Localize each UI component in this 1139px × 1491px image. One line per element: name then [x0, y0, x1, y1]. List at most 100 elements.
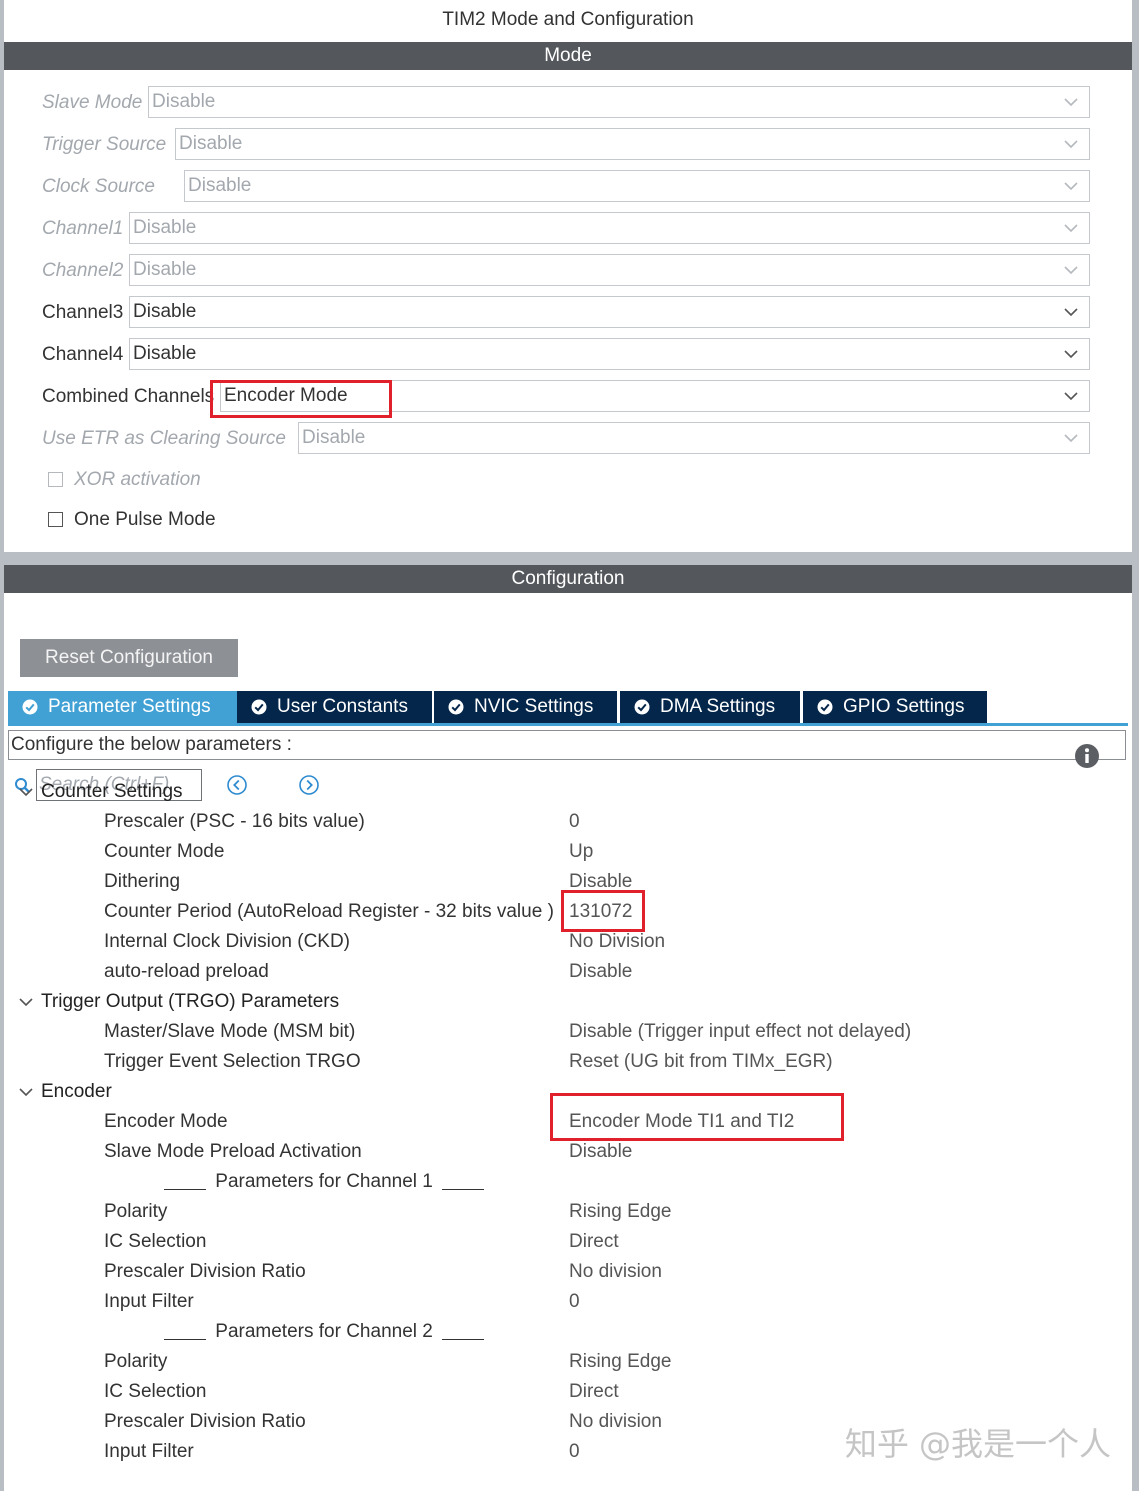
- reset-configuration-button[interactable]: Reset Configuration: [20, 639, 238, 677]
- param-value[interactable]: Direct: [569, 1227, 619, 1257]
- use-etr-select[interactable]: Disable: [298, 422, 1090, 454]
- tab-label: Parameter Settings: [48, 696, 211, 717]
- chevron-down-icon: [19, 998, 33, 1007]
- mode-header: Mode: [4, 42, 1132, 70]
- channel1-select[interactable]: Disable: [129, 212, 1090, 244]
- combined-channels-row: Combined Channels Encoder Mode: [4, 380, 1132, 414]
- tab-dma-settings[interactable]: DMA Settings: [620, 691, 800, 723]
- channel-1-separator: Parameters for Channel 1: [164, 1167, 485, 1197]
- xor-activation-checkbox[interactable]: [48, 472, 63, 487]
- one-pulse-mode-label: One Pulse Mode: [74, 509, 216, 530]
- channel2-label: Channel2: [42, 260, 124, 281]
- slave-mode-select[interactable]: Disable: [148, 86, 1090, 118]
- channel4-value: Disable: [133, 343, 197, 364]
- param-name: IC Selection: [104, 1231, 207, 1252]
- chevron-down-icon: [1064, 140, 1078, 149]
- param-value[interactable]: Up: [569, 837, 593, 867]
- xor-activation-label: XOR activation: [74, 469, 201, 490]
- watermark: 知乎 @我是一个人: [844, 1425, 1111, 1463]
- clock-source-select[interactable]: Disable: [184, 170, 1090, 202]
- group-encoder[interactable]: Encoder: [18, 1077, 318, 1107]
- channel2-row: Channel2 Disable: [4, 254, 1132, 288]
- tab-gpio-settings[interactable]: GPIO Settings: [803, 691, 987, 723]
- check-circle-icon: [448, 699, 464, 715]
- param-value[interactable]: Rising Edge: [569, 1347, 671, 1377]
- channel-2-separator: Parameters for Channel 2: [164, 1317, 485, 1347]
- param-name: Internal Clock Division (CKD): [104, 931, 351, 952]
- param-name: Encoder Mode: [104, 1111, 228, 1132]
- one-pulse-mode-row[interactable]: One Pulse Mode: [48, 506, 348, 534]
- chevron-down-icon: [19, 788, 33, 797]
- tab-user-constants[interactable]: User Constants: [237, 691, 432, 723]
- channel2-select[interactable]: Disable: [129, 254, 1090, 286]
- window-title: TIM2 Mode and Configuration: [4, 0, 1132, 42]
- config-prompt: Configure the below parameters :: [8, 730, 1126, 760]
- channel-2-title: Parameters for Channel 2: [215, 1321, 433, 1342]
- mode-panel: Slave Mode Disable Trigger Source Disabl…: [4, 70, 1132, 552]
- param-value[interactable]: Disable (Trigger input effect not delaye…: [569, 1017, 911, 1047]
- group-counter-settings[interactable]: Counter Settings: [18, 777, 418, 807]
- group-label: Encoder: [41, 1081, 112, 1102]
- check-circle-icon: [251, 699, 267, 715]
- param-name: Dithering: [104, 871, 181, 892]
- channel1-row: Channel1 Disable: [4, 212, 1132, 246]
- encoder-mode-highlight: [550, 1093, 844, 1141]
- combined-channels-label: Combined Channels: [42, 386, 215, 407]
- param-name: Polarity: [104, 1201, 168, 1222]
- tab-parameter-settings[interactable]: Parameter Settings: [8, 691, 237, 723]
- channel4-label: Channel4: [42, 344, 124, 365]
- param-value[interactable]: Disable: [569, 957, 632, 987]
- channel1-value: Disable: [133, 217, 197, 238]
- group-trigger-output[interactable]: Trigger Output (TRGO) Parameters: [18, 987, 518, 1017]
- param-value[interactable]: 0: [569, 1437, 580, 1467]
- clock-source-label: Clock Source: [42, 176, 155, 197]
- chevron-down-icon: [1064, 308, 1078, 317]
- param-value[interactable]: Direct: [569, 1377, 619, 1407]
- param-value[interactable]: No division: [569, 1257, 662, 1287]
- trigger-source-select[interactable]: Disable: [175, 128, 1090, 160]
- channel4-row: Channel4 Disable: [4, 338, 1132, 372]
- param-name: Slave Mode Preload Activation: [104, 1141, 362, 1162]
- param-value[interactable]: Rising Edge: [569, 1197, 671, 1227]
- param-value[interactable]: 0: [569, 807, 580, 837]
- param-value[interactable]: Disable: [569, 1137, 632, 1167]
- channel3-select[interactable]: Disable: [129, 296, 1090, 328]
- slave-mode-row: Slave Mode Disable: [4, 86, 1132, 120]
- use-etr-value: Disable: [302, 427, 366, 448]
- channel1-label: Channel1: [42, 218, 124, 239]
- param-name: Polarity: [104, 1351, 168, 1372]
- info-icon[interactable]: [1074, 743, 1100, 769]
- slave-mode-label: Slave Mode: [42, 92, 143, 113]
- check-circle-icon: [817, 699, 833, 715]
- configuration-panel: Reset Configuration Parameter Settings U…: [4, 593, 1132, 1491]
- trigger-source-row: Trigger Source Disable: [4, 128, 1132, 162]
- chevron-down-icon: [1064, 350, 1078, 359]
- param-value[interactable]: No division: [569, 1407, 662, 1437]
- param-value[interactable]: Reset (UG bit from TIMx_EGR): [569, 1047, 833, 1077]
- combined-channels-highlight: [210, 380, 392, 418]
- chevron-down-icon: [1064, 266, 1078, 275]
- param-name: auto-reload preload: [104, 961, 269, 982]
- param-value[interactable]: 0: [569, 1287, 580, 1317]
- chevron-down-icon: [1064, 434, 1078, 443]
- param-name: Prescaler (PSC - 16 bits value): [104, 811, 365, 832]
- clock-source-value: Disable: [188, 175, 252, 196]
- channel3-label: Channel3: [42, 302, 124, 323]
- param-name: IC Selection: [104, 1381, 207, 1402]
- one-pulse-mode-checkbox[interactable]: [48, 512, 63, 527]
- param-name: Input Filter: [104, 1441, 194, 1462]
- tab-label: DMA Settings: [660, 696, 776, 717]
- use-etr-row: Use ETR as Clearing Source Disable: [4, 422, 1132, 456]
- tab-nvic-settings[interactable]: NVIC Settings: [434, 691, 617, 723]
- xor-activation-row[interactable]: XOR activation: [48, 466, 348, 494]
- chevron-down-icon: [1064, 98, 1078, 107]
- trigger-source-value: Disable: [179, 133, 243, 154]
- channel3-value: Disable: [133, 301, 197, 322]
- channel2-value: Disable: [133, 259, 197, 280]
- channel4-select[interactable]: Disable: [129, 338, 1090, 370]
- trigger-source-label: Trigger Source: [42, 134, 167, 155]
- counter-period-highlight: [561, 890, 645, 932]
- param-name: Input Filter: [104, 1291, 194, 1312]
- channel-1-title: Parameters for Channel 1: [215, 1171, 433, 1192]
- param-name: Counter Mode: [104, 841, 225, 862]
